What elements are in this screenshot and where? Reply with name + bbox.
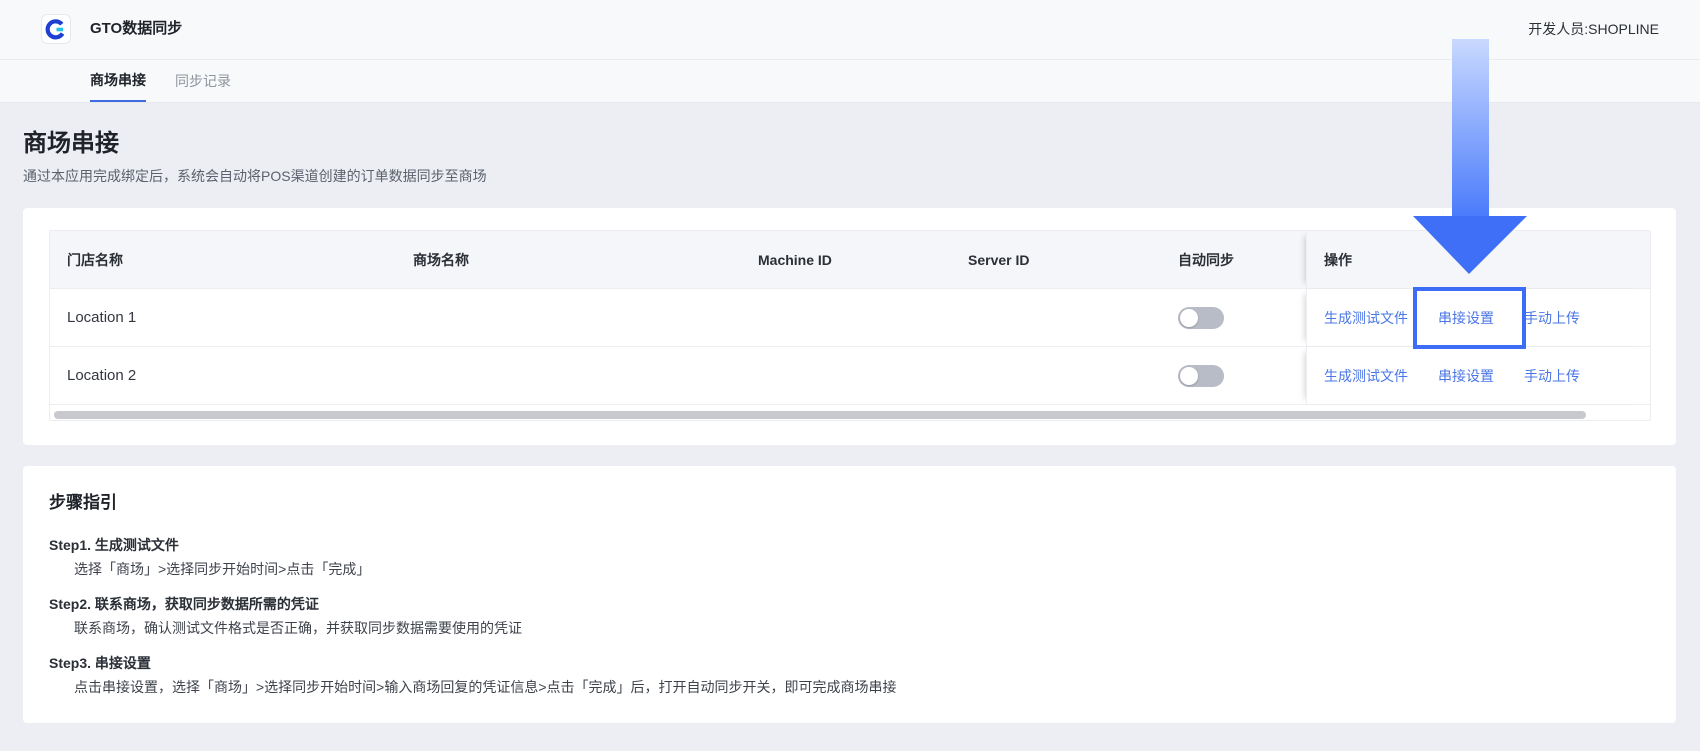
tab-mall-connection[interactable]: 商场串接 [90,60,146,102]
actions-cell: 生成测试文件 串接设置 手动上传 [1306,347,1650,404]
store-table: 门店名称 商场名称 Machine ID Server ID 自动同步 操作 L… [49,230,1651,421]
machine-id-cell [741,347,951,404]
developer-label: 开发人员:SHOPLINE [1528,21,1659,37]
app-header: GTO数据同步 开发人员:SHOPLINE [0,0,1700,60]
step-description: 选择「商场」>选择同步开始时间>点击「完成」 [74,561,371,577]
table-row: Location 1 生成测试文件 串接设置 手动上传 [50,289,1650,347]
manual-upload-link[interactable]: 手动上传 [1524,366,1580,386]
connection-settings-link[interactable]: 串接设置 [1438,366,1494,386]
tab-sync-records[interactable]: 同步记录 [175,60,231,102]
step-guide-card: 步骤指引 Step1. 生成测试文件 选择「商场」>选择同步开始时间>点击「完成… [23,466,1676,723]
mall-name-cell [396,347,741,404]
row-actions: 生成测试文件 串接设置 手动上传 [1324,366,1580,386]
gto-logo-icon [41,14,71,44]
step-list: Step1. 生成测试文件 选择「商场」>选择同步开始时间>点击「完成」 Ste… [49,533,1676,700]
step-title: Step1. 生成测试文件 [49,537,179,553]
machine-id-cell [741,289,951,346]
step-description: 点击串接设置，选择「商场」>选择同步开始时间>输入商场回复的凭证信息>点击「完成… [74,679,897,695]
connection-settings-link[interactable]: 串接设置 [1438,308,1494,328]
column-header-machine-id: Machine ID [758,251,832,268]
auto-sync-cell [1161,289,1306,346]
step-title: Step3. 串接设置 [49,655,151,671]
mall-name-cell [396,289,741,346]
store-name-cell: Location 1 [67,309,137,326]
toggle-knob [1180,308,1198,327]
column-header-auto-sync: 自动同步 [1178,251,1234,268]
column-header-server-id: Server ID [968,251,1030,268]
step-description: 联系商场，确认测试文件格式是否正确，并获取同步数据需要使用的凭证 [74,620,522,636]
step-title: Step2. 联系商场，获取同步数据所需的凭证 [49,596,319,612]
step-item: Step1. 生成测试文件 选择「商场」>选择同步开始时间>点击「完成」 [49,533,1676,582]
table-header-row: 门店名称 商场名称 Machine ID Server ID 自动同步 操作 [50,231,1650,289]
guide-title: 步骤指引 [49,493,117,512]
tab-bar: 商场串接 同步记录 [0,60,1700,103]
horizontal-scrollbar[interactable] [54,411,1586,419]
column-header-actions: 操作 [1306,231,1650,288]
step-item: Step3. 串接设置 点击串接设置，选择「商场」>选择同步开始时间>输入商场回… [49,651,1676,700]
auto-sync-toggle[interactable] [1178,306,1224,329]
row-actions: 生成测试文件 串接设置 手动上传 [1324,308,1580,328]
toggle-knob [1180,366,1198,385]
step-item: Step2. 联系商场，获取同步数据所需的凭证 联系商场，确认测试文件格式是否正… [49,592,1676,641]
manual-upload-link[interactable]: 手动上传 [1524,308,1580,328]
page-title: 商场串接 [23,130,119,157]
column-header-mall: 商场名称 [413,251,469,268]
store-name-cell: Location 2 [67,367,137,384]
server-id-cell [951,289,1161,346]
server-id-cell [951,347,1161,404]
table-row: Location 2 生成测试文件 串接设置 手动上传 [50,347,1650,405]
page-subtitle: 通过本应用完成绑定后，系统会自动将POS渠道创建的订单数据同步至商场 [23,168,487,184]
auto-sync-toggle[interactable] [1178,364,1224,387]
generate-test-file-link[interactable]: 生成测试文件 [1324,308,1408,328]
generate-test-file-link[interactable]: 生成测试文件 [1324,366,1408,386]
mall-connection-card: 门店名称 商场名称 Machine ID Server ID 自动同步 操作 L… [23,208,1676,445]
column-header-store: 门店名称 [67,251,123,268]
auto-sync-cell [1161,347,1306,404]
actions-cell: 生成测试文件 串接设置 手动上传 [1306,289,1650,346]
app-title: GTO数据同步 [90,20,183,37]
